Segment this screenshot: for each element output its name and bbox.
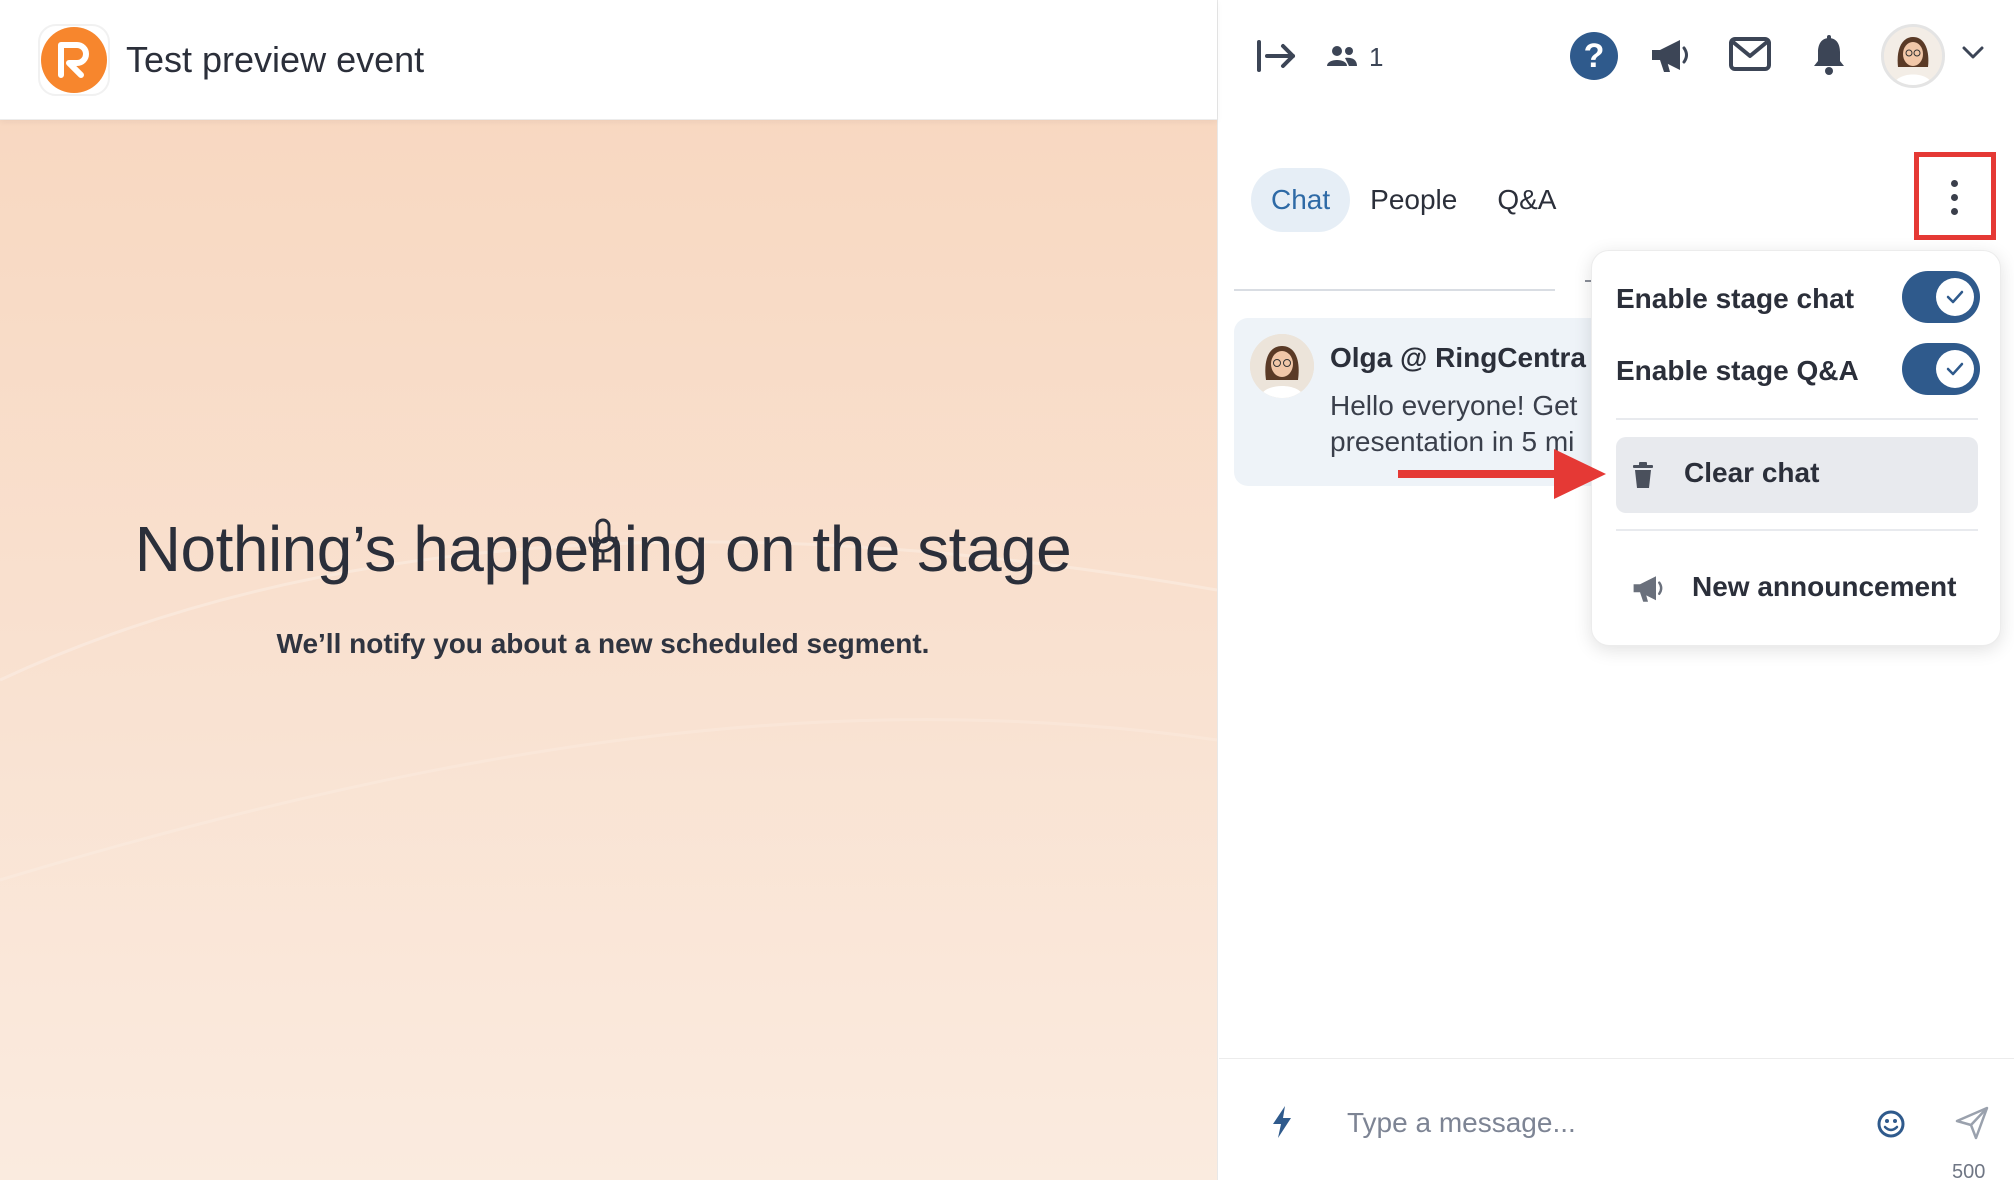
message-author: Olga @ RingCentra <box>1330 342 1586 373</box>
send-icon[interactable] <box>1954 1105 1990 1141</box>
message-input[interactable] <box>1347 1103 1867 1143</box>
event-title: Test preview event <box>126 38 425 80</box>
new-announcement-button[interactable]: New announcement <box>1616 551 1978 627</box>
character-limit: 500 <box>1952 1161 1986 1180</box>
enable-stage-qa-toggle[interactable] <box>1902 343 1980 395</box>
clear-chat-button[interactable]: Clear chat <box>1616 437 1978 513</box>
megaphone-icon[interactable] <box>1648 36 1692 76</box>
message-avatar <box>1250 334 1314 398</box>
stage-area: Nothing’s happening on the stage We’ll n… <box>0 120 1217 1180</box>
megaphone-icon <box>1633 576 1663 602</box>
more-options-icon[interactable] <box>1948 180 1960 218</box>
user-avatar[interactable] <box>1881 24 1945 88</box>
tab-qa[interactable]: Q&A <box>1477 168 1576 232</box>
tab-chat[interactable]: Chat <box>1251 168 1351 232</box>
stage-subtitle: We’ll notify you about a new scheduled s… <box>276 628 930 659</box>
enable-stage-chat-toggle[interactable] <box>1902 271 1980 323</box>
right-panel-header: 1 ? <box>1218 0 2014 112</box>
new-announcement-label: New announcement <box>1692 571 1957 602</box>
menu-divider <box>1616 418 1978 420</box>
enable-stage-chat-label: Enable stage chat <box>1616 283 1855 314</box>
tab-people[interactable]: People <box>1350 168 1477 232</box>
stage-headline: Nothing’s happening on the stage <box>134 513 1072 585</box>
panel-tabs: Chat People Q&A <box>1251 168 1576 232</box>
clear-chat-label: Clear chat <box>1684 457 1820 488</box>
message-composer: 500 <box>1219 1058 2014 1180</box>
collapse-panel-icon[interactable] <box>1255 38 1297 74</box>
enable-stage-qa-label: Enable stage Q&A <box>1616 355 1859 386</box>
ringcentral-logo-icon <box>38 23 110 96</box>
tabs-divider <box>1234 289 1555 291</box>
trash-icon <box>1633 462 1653 488</box>
check-icon <box>1946 362 1964 376</box>
mail-icon[interactable] <box>1728 36 1772 72</box>
annotation-arrow-icon <box>1398 449 1606 499</box>
bell-icon[interactable] <box>1812 34 1846 76</box>
check-icon <box>1946 290 1964 304</box>
chevron-down-icon[interactable] <box>1962 46 1984 60</box>
lightning-icon[interactable] <box>1271 1105 1293 1139</box>
help-icon[interactable]: ? <box>1570 32 1618 80</box>
attendees-icon[interactable] <box>1325 44 1359 68</box>
attendee-count: 1 <box>1369 42 1384 72</box>
emoji-icon[interactable] <box>1876 1109 1906 1139</box>
chat-options-menu: Enable stage chat Enable stage Q&A Clear… <box>1591 250 2001 646</box>
event-header: Test preview event <box>0 0 1217 120</box>
menu-divider <box>1616 529 1978 531</box>
